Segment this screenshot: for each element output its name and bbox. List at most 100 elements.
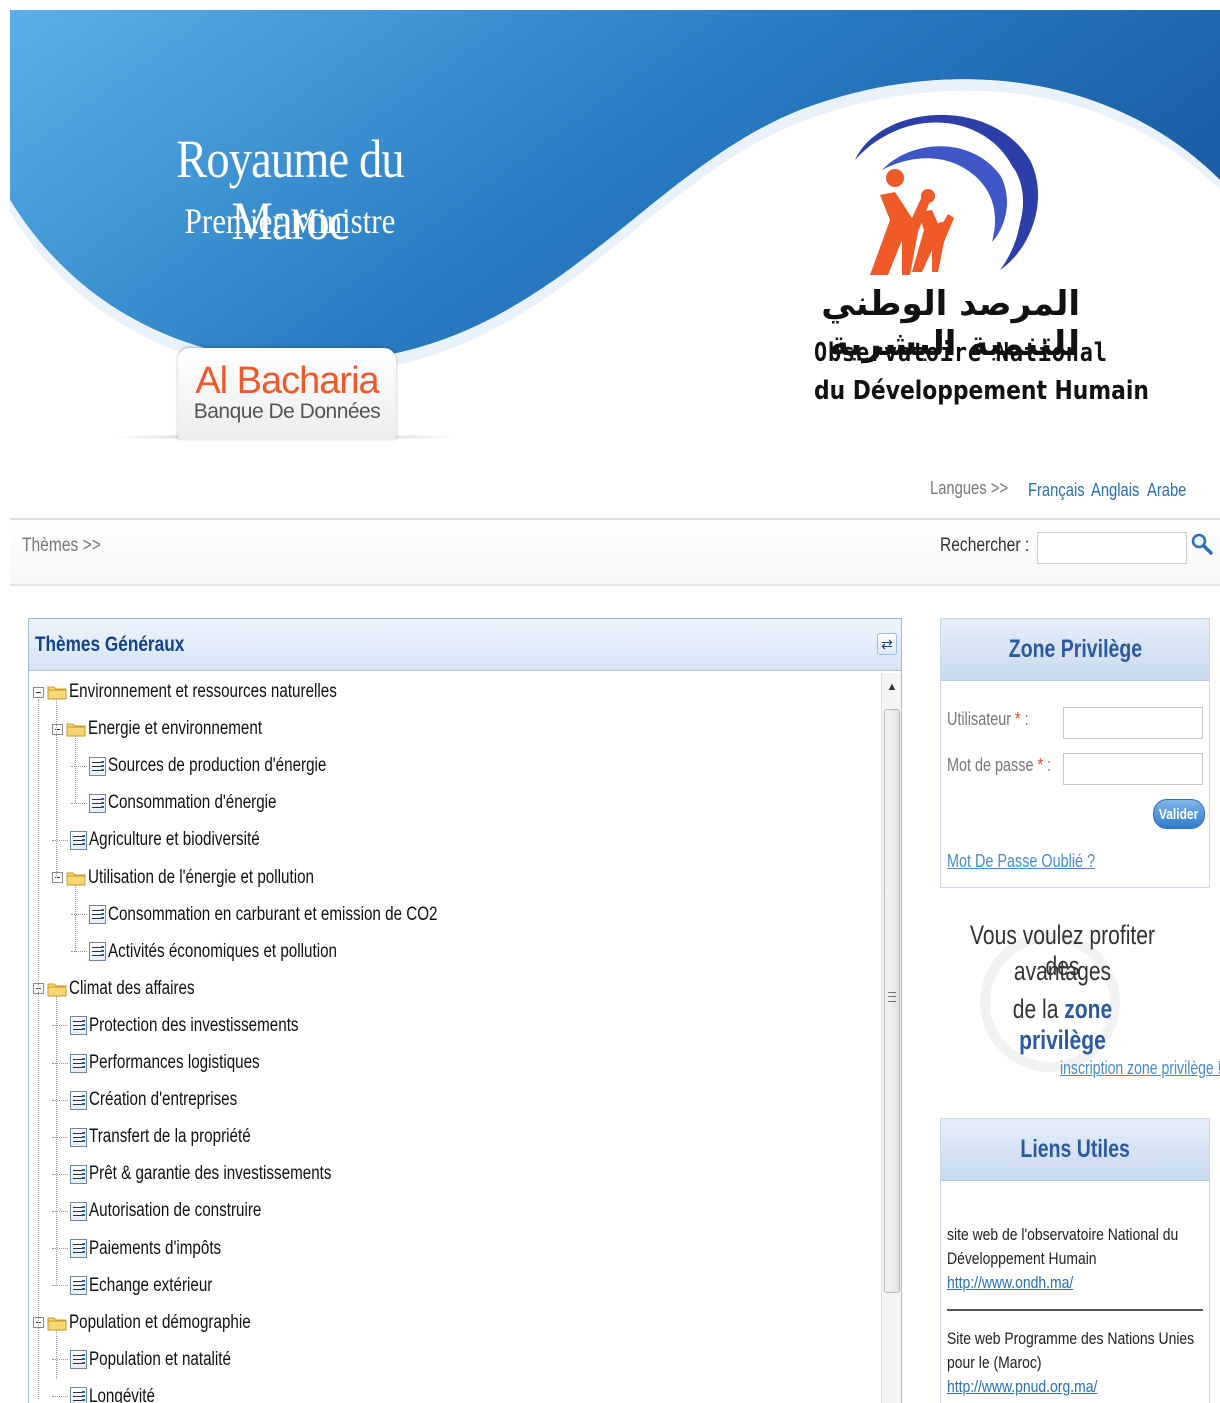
document-icon [70,1053,87,1073]
promo-line-2: avantages [1013,956,1112,986]
tree-scrollbar[interactable]: ▲ [881,673,901,1403]
themes-search-bar: Thèmes >> Rechercher : [10,518,1220,586]
tree-leaf-node[interactable]: Sources de production d'énergie [71,751,381,781]
submit-login-button[interactable]: Valider [1153,799,1205,829]
username-label-text: Utilisateur [947,709,1012,729]
label-colon: : [1024,709,1029,729]
collapse-toggle-icon[interactable] [33,686,44,698]
forgot-password-link[interactable]: Mot De Passe Oublié ? [947,851,1095,872]
tree-leaf-node[interactable]: Paiements d'impôts [52,1234,254,1264]
password-field[interactable] [1063,753,1203,785]
submit-login-label: Valider [1159,805,1199,823]
tree-folder-node[interactable]: Environnement et ressources naturelles [33,677,404,707]
useful-link-url[interactable]: http://www.pnud.org.ma/ [947,1375,1162,1399]
tree-guide-line [56,1329,57,1379]
tree-connector [52,1285,68,1287]
tree-node-label: Echange extérieur [89,1274,213,1296]
tree-node-label: Paiements d'impôts [89,1237,222,1259]
refresh-icon[interactable]: ⇄ [877,633,897,655]
tree-connector [52,1210,68,1212]
tree-connector [71,765,87,767]
tree-folder-node[interactable]: Climat des affaires [33,974,226,1004]
tree-node-label: Sources de production d'énergie [108,755,327,777]
useful-link-url[interactable]: http://www.ondh.ma/ [947,1271,1162,1295]
folder-open-icon [66,721,86,737]
tree-connector [52,1359,68,1361]
tree-leaf-node[interactable]: Population et natalité [52,1345,266,1375]
tree-folder-node[interactable]: Energie et environnement [52,714,306,744]
al-bacharia-logo[interactable]: Al Bacharia Banque De Données [178,348,396,440]
label-colon: : [1047,755,1052,775]
tree-node-label: Consommation en carburant et emission de… [108,903,438,925]
lang-english-link[interactable]: Anglais [1091,480,1139,501]
document-icon [70,1239,87,1258]
tree-panel-header: Thèmes Généraux ⇄ [29,619,901,671]
collapse-toggle-icon[interactable] [52,723,63,735]
search-icon[interactable] [1190,532,1214,556]
useful-link-pnud: Site web Programme des Nations Unies pou… [947,1327,1209,1399]
collapse-toggle-icon[interactable] [52,872,63,883]
tree-connector [52,1396,68,1398]
useful-link-text: Site web Programme des Nations Unies [947,1329,1195,1348]
document-icon [70,1127,87,1147]
tree-leaf-node[interactable]: Création d'entreprises [52,1085,274,1115]
tree-node-label: Transfert de la propriété [89,1126,251,1148]
logo-subtitle: Banque De Données [193,400,381,423]
tree-guide-line [75,736,76,804]
tree-leaf-node[interactable]: Agriculture et biodiversité [52,825,302,855]
username-field[interactable] [1063,707,1203,739]
privilege-signup-link[interactable]: inscription zone privilège ! [1060,1058,1220,1079]
tree-connector [52,1062,68,1064]
search-label: Rechercher : [940,535,1030,556]
document-icon [70,1090,87,1110]
tree-guide-line [38,699,39,1399]
links-divider [947,1309,1203,1311]
tree-connector [52,839,68,841]
tree-connector [71,802,87,804]
tree-node-label: Longévité [89,1385,155,1403]
promo-line-3: de la zone privilège [967,994,1158,1056]
required-mark: * [1037,755,1044,775]
document-icon [70,1276,87,1296]
tree-leaf-node[interactable]: Autorisation de construire [52,1196,304,1226]
document-icon [70,1387,87,1403]
useful-links-panel: Liens Utiles site web de l'observatoire … [940,1118,1210,1403]
tree-leaf-node[interactable]: Protection des investissements [52,1011,351,1041]
tree-folder-node[interactable]: Utilisation de l'énergie et pollution [52,863,370,893]
tree-folder-node[interactable]: Population et démographie [33,1308,296,1338]
tree-connector [52,1136,68,1138]
themes-menu[interactable]: Thèmes >> [22,535,101,557]
scroll-up-arrow-icon[interactable]: ▲ [882,681,902,693]
ondh-name-line1: Observatoire National [814,338,1108,368]
themes-tree-panel: Thèmes Généraux ⇄ Environnement et resso… [28,618,902,1403]
tree-node-label: Prêt & garantie des investissements [89,1163,332,1185]
document-icon [70,1016,87,1036]
tree-leaf-node[interactable]: Prêt & garantie des investissements [52,1159,392,1189]
lang-arabic-link[interactable]: Arabe [1147,480,1186,501]
useful-links-header: Liens Utiles [941,1119,1209,1181]
tree-leaf-node[interactable]: Echange extérieur [52,1271,243,1301]
tree-node-label: Performances logistiques [89,1052,260,1073]
tree-leaf-node[interactable]: Longévité [52,1382,171,1403]
logo-name: Al Bacharia [195,360,379,402]
tree-leaf-node[interactable]: Transfert de la propriété [52,1122,291,1152]
tree-connector [52,1173,68,1175]
ministry-subtitle: Premier Ministre [184,201,396,241]
tree-node-label: Autorisation de construire [89,1200,262,1222]
tree-node-label: Population et démographie [69,1311,251,1333]
login-panel: Zone Privilège Utilisateur * : Mot de pa… [940,618,1210,888]
useful-links-title: Liens Utiles [1020,1135,1130,1163]
login-panel-header: Zone Privilège [941,619,1209,681]
document-icon [89,942,106,962]
tree-panel-title: Thèmes Généraux [35,633,185,656]
lang-french-link[interactable]: Français [1028,480,1085,501]
search-input[interactable] [1037,532,1187,564]
tree-leaf-node[interactable]: Activités économiques et pollution [71,937,394,967]
tree-leaf-node[interactable]: Consommation en carburant et emission de… [71,900,520,930]
scrollbar-thumb[interactable] [884,709,900,1293]
languages-label: Langues >> [930,478,1008,498]
tree-guide-line [75,884,76,952]
useful-link-text: site web de l'observatoire National du [947,1225,1179,1244]
tree-leaf-node[interactable]: Performances logistiques [52,1048,302,1078]
tree-leaf-node[interactable]: Consommation d'énergie [71,788,319,818]
